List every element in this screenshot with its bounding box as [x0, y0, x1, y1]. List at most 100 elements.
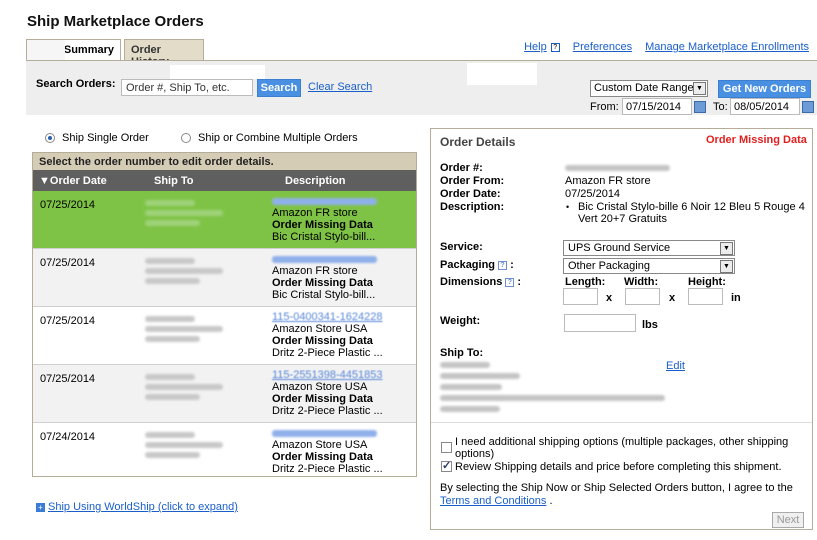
- calendar-icon[interactable]: [694, 101, 706, 113]
- width-input[interactable]: [625, 288, 660, 305]
- ship-to-redacted: [145, 197, 233, 230]
- top-links: Help? Preferences Manage Marketplace Enr…: [514, 41, 809, 53]
- order-from-label: Order From:: [440, 175, 505, 187]
- divider: [431, 422, 812, 423]
- next-button[interactable]: Next: [772, 512, 804, 528]
- from-date-input[interactable]: 07/15/2014: [622, 98, 692, 115]
- service-label: Service:: [440, 241, 483, 253]
- help-icon[interactable]: ?: [505, 277, 515, 287]
- help-icon[interactable]: ?: [550, 42, 560, 52]
- clear-search-link[interactable]: Clear Search: [308, 81, 372, 93]
- order-date-label: Order Date:: [440, 188, 501, 200]
- ship-to-redacted: [145, 313, 233, 346]
- tab-order-history[interactable]: Order History: [124, 39, 204, 68]
- table-row[interactable]: 07/25/2014 115-2551398-4451853 Amazon St…: [33, 365, 416, 423]
- search-orders-label: Search Orders:: [36, 78, 116, 90]
- order-date: 07/25/2014: [40, 373, 96, 385]
- packaging-label: Packaging? :: [440, 259, 514, 271]
- review-details-checkbox[interactable]: [441, 459, 452, 472]
- order-date: 07/24/2014: [40, 431, 96, 443]
- length-label: Length:: [565, 276, 606, 288]
- from-label: From:: [590, 101, 619, 113]
- height-label: Height:: [688, 276, 726, 288]
- order-status-badge: Order Missing Data: [706, 134, 807, 146]
- edit-ship-to-link[interactable]: Edit: [666, 360, 685, 372]
- worldship-expander[interactable]: + Ship Using WorldShip (click to expand): [36, 501, 238, 513]
- ship-to-address-redacted: [440, 362, 670, 412]
- orders-header: ▼Order Date Ship To Description: [33, 170, 416, 191]
- bullet-icon: •: [566, 202, 570, 212]
- order-details-title: Order Details: [440, 135, 516, 149]
- order-date: 07/25/2014: [40, 199, 96, 211]
- order-number-label: Order #:: [440, 162, 483, 174]
- worldship-link[interactable]: Ship Using WorldShip (click to expand): [48, 501, 238, 513]
- ship-multiple-label[interactable]: Ship or Combine Multiple Orders: [198, 132, 358, 144]
- packaging-select[interactable]: Other Packaging ▼: [563, 258, 735, 274]
- to-date-input[interactable]: 08/05/2014: [730, 98, 800, 115]
- additional-options-checkbox[interactable]: [441, 442, 452, 453]
- order-description: Amazon FR store Order Missing Data Bic C…: [272, 253, 414, 301]
- chevron-down-icon: ▼: [720, 242, 733, 255]
- page-title: Ship Marketplace Orders: [27, 13, 204, 30]
- description-value: Bic Cristal Stylo-bille 6 Noir 12 Bleu 5…: [578, 201, 805, 225]
- height-input[interactable]: [688, 288, 723, 305]
- service-select[interactable]: UPS Ground Service ▼: [563, 240, 735, 256]
- column-description: Description: [285, 175, 346, 187]
- packaging-value: Other Packaging: [568, 260, 650, 272]
- order-number-redacted: [565, 165, 670, 171]
- column-order-date[interactable]: ▼Order Date: [39, 175, 107, 187]
- table-row[interactable]: 07/25/2014 115-0400341-1624228 Amazon St…: [33, 307, 416, 365]
- table-row[interactable]: 07/24/2014 Amazon Store USA Order Missin…: [33, 423, 416, 476]
- order-number-link[interactable]: [272, 430, 377, 437]
- date-range-value: Custom Date Range: [594, 82, 694, 94]
- order-number-link[interactable]: [272, 198, 377, 205]
- ship-single-label[interactable]: Ship Single Order: [62, 132, 149, 144]
- orders-table: Select the order number to edit order de…: [32, 152, 417, 477]
- additional-options-label[interactable]: I need additional shipping options (mult…: [455, 436, 795, 460]
- order-description: 115-2551398-4451853 Amazon Store USA Ord…: [272, 369, 414, 417]
- get-new-orders-button[interactable]: Get New Orders: [718, 80, 811, 98]
- weight-label: Weight:: [440, 315, 481, 327]
- width-label: Width:: [624, 276, 659, 288]
- ship-multiple-radio[interactable]: [181, 133, 191, 143]
- tab-summary-label: Summary: [63, 44, 114, 56]
- search-button[interactable]: Search: [257, 79, 301, 97]
- search-input[interactable]: Order #, Ship To, etc.: [121, 79, 253, 96]
- description-label: Description:: [440, 201, 505, 213]
- help-icon[interactable]: ?: [498, 260, 508, 270]
- ship-to-redacted: [145, 429, 233, 462]
- column-ship-to: Ship To: [154, 175, 194, 187]
- order-description: Amazon FR store Order Missing Data Bic C…: [272, 195, 414, 243]
- weight-input[interactable]: [564, 314, 636, 332]
- order-date-value: 07/25/2014: [565, 188, 621, 200]
- preferences-link[interactable]: Preferences: [573, 41, 632, 53]
- order-number-link[interactable]: 115-2551398-4451853: [272, 369, 414, 381]
- chevron-down-icon: ▼: [720, 260, 733, 273]
- service-value: UPS Ground Service: [568, 242, 671, 254]
- order-date: 07/25/2014: [40, 315, 96, 327]
- tab-summary[interactable]: Summary: [26, 39, 121, 60]
- lbs-unit: lbs: [642, 319, 658, 331]
- order-number-link[interactable]: [272, 256, 377, 263]
- date-range-select[interactable]: Custom Date Range ▼: [590, 80, 708, 97]
- terms-text: By selecting the Ship Now or Ship Select…: [440, 482, 793, 507]
- table-row[interactable]: 07/25/2014 Amazon FR store Order Missing…: [33, 249, 416, 307]
- terms-link[interactable]: Terms and Conditions: [440, 495, 546, 507]
- order-from-value: Amazon FR store: [565, 175, 651, 187]
- times-symbol: x: [669, 292, 676, 304]
- expand-plus-icon[interactable]: +: [36, 502, 45, 512]
- review-details-label[interactable]: Review Shipping details and price before…: [455, 461, 782, 473]
- ship-single-radio[interactable]: [45, 133, 55, 143]
- order-number-link[interactable]: 115-0400341-1624228: [272, 311, 414, 323]
- table-row[interactable]: 07/25/2014 Amazon FR store Order Missing…: [33, 191, 416, 249]
- chevron-down-icon: ▼: [693, 82, 706, 95]
- calendar-icon[interactable]: [802, 101, 814, 113]
- manage-enrollments-link[interactable]: Manage Marketplace Enrollments: [645, 41, 809, 53]
- ship-to-label: Ship To:: [440, 347, 484, 359]
- length-input[interactable]: [563, 288, 598, 305]
- inch-unit: in: [731, 292, 741, 304]
- order-date: 07/25/2014: [40, 257, 96, 269]
- help-link[interactable]: Help: [524, 41, 547, 53]
- to-label: To:: [713, 101, 728, 113]
- order-description: 115-0400341-1624228 Amazon Store USA Ord…: [272, 311, 414, 359]
